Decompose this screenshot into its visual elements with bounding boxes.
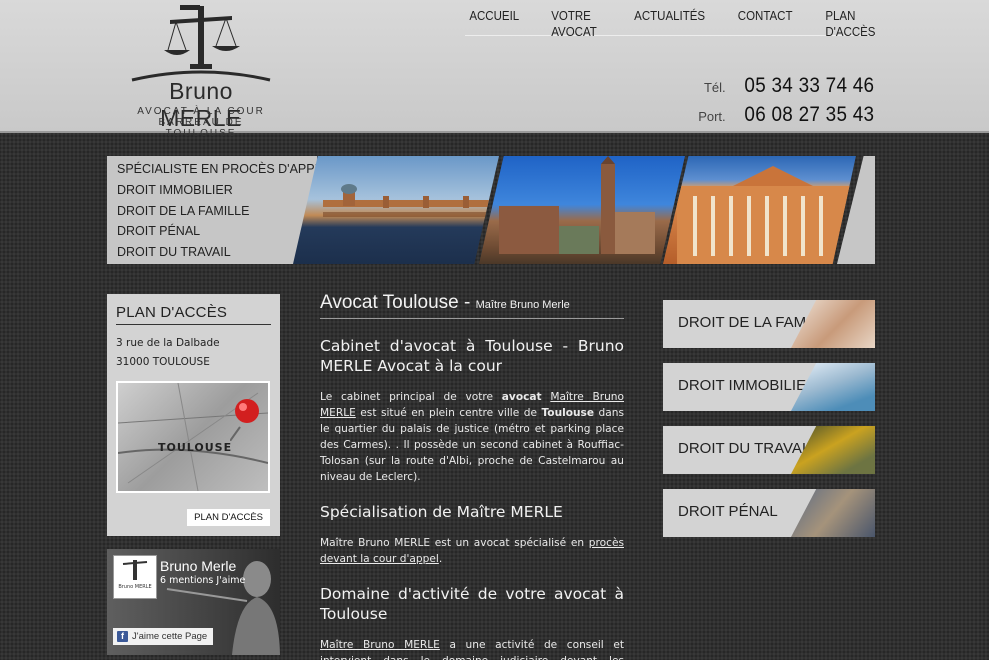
nav-contact[interactable]: CONTACT <box>738 8 793 35</box>
practice-menu-famille[interactable]: DROIT DE LA FAMILLE <box>117 201 317 222</box>
phone-mobile-label: Port. <box>698 109 726 124</box>
map-pin-icon <box>230 399 259 441</box>
phone-office-label: Tél. <box>703 80 726 95</box>
banner: SPÉCIALISTE EN PROCÈS D'APPEL DROIT IMMO… <box>107 156 875 264</box>
facebook-likes-count: 6 mentions J'aime <box>160 575 246 586</box>
paragraph-domaine: Maître Bruno MERLE a une activité de con… <box>320 639 624 660</box>
site-header: Bruno MERLE AVOCAT À LA COUR BARREAU DE … <box>0 0 989 139</box>
facebook-page-thumbnail[interactable]: Bruno MERLE <box>113 555 157 599</box>
access-panel: PLAN D'ACCÈS 3 rue de la Dalbade 31000 T… <box>107 294 280 536</box>
access-street: 3 rue de la Dalbade <box>116 337 220 349</box>
side-link-travail[interactable]: DROIT DU TRAVAIL <box>663 426 875 474</box>
logo-subtitle-2: BARREAU DE TOULOUSE <box>158 117 244 139</box>
nav-plan-acces[interactable]: PLAN D'ACCÈS <box>825 8 875 39</box>
side-link-immobilier[interactable]: DROIT IMMOBILIER <box>663 363 875 411</box>
site-logo[interactable]: Bruno MERLE AVOCAT À LA COUR BARREAU DE … <box>126 2 276 139</box>
access-title: PLAN D'ACCÈS <box>116 304 271 325</box>
section-heading-domaine: Domaine d'activité de votre avocat à Tou… <box>320 585 624 623</box>
side-link-penal[interactable]: DROIT PÉNAL <box>663 489 875 537</box>
practice-menu-penal[interactable]: DROIT PÉNAL <box>117 221 317 242</box>
nav-actualites[interactable]: ACTUALITÉS <box>634 8 705 35</box>
paragraph-specialisation: Maître Bruno MERLE est un avocat spécial… <box>320 537 624 565</box>
facebook-like-label: J'aime cette Page <box>132 631 208 642</box>
phone-mobile-number[interactable]: 06 08 27 35 43 <box>744 103 874 127</box>
main-content: Avocat Toulouse - Maître Bruno Merle Cab… <box>320 292 624 660</box>
phone-office: Tél. 05 34 33 74 46 <box>704 74 874 98</box>
facebook-thumb-text: Bruno MERLE <box>118 584 152 590</box>
access-map-button[interactable]: PLAN D'ACCÈS <box>187 509 270 526</box>
page-subtitle: Maître Bruno Merle <box>475 299 570 311</box>
facebook-page-name[interactable]: Bruno Merle <box>160 558 236 574</box>
practice-menu-travail[interactable]: DROIT DU TRAVAIL <box>117 242 317 263</box>
section-heading-cabinet: Cabinet d'avocat à Toulouse - Bruno MERL… <box>320 337 624 375</box>
side-link-penal-image <box>791 489 875 537</box>
practice-menu-immobilier[interactable]: DROIT IMMOBILIER <box>117 180 317 201</box>
access-city: 31000 TOULOUSE <box>116 356 210 368</box>
facebook-icon: f <box>117 631 128 642</box>
link-maitre-bruno-merle-2[interactable]: Maître Bruno MERLE <box>320 639 440 651</box>
side-link-penal-label: DROIT PÉNAL <box>678 503 778 520</box>
map-city-label: TOULOUSE <box>158 441 233 454</box>
scales-of-justice-logo <box>131 5 271 82</box>
side-link-immobilier-label: DROIT IMMOBILIER <box>678 377 817 394</box>
banner-photo-church <box>479 156 685 264</box>
banner-photo-bridge <box>293 156 499 264</box>
side-link-famille[interactable]: DROIT DE LA FAMILLE <box>663 300 875 348</box>
access-address: 3 rue de la Dalbade 31000 TOULOUSE <box>116 334 271 372</box>
phone-mobile: Port. 06 08 27 35 43 <box>698 103 874 127</box>
main-nav: ACCUEIL VOTRE AVOCAT ACTUALITÉS CONTACT … <box>465 8 875 39</box>
practice-menu-appel[interactable]: SPÉCIALISTE EN PROCÈS D'APPEL <box>117 159 330 180</box>
facebook-widget: Bruno MERLE Bruno Merle 6 mentions J'aim… <box>107 549 280 655</box>
page-title: Avocat Toulouse - Maître Bruno Merle <box>320 292 624 319</box>
practice-menu: SPÉCIALISTE EN PROCÈS D'APPEL DROIT IMMO… <box>107 156 330 264</box>
phone-office-number[interactable]: 05 34 33 74 46 <box>744 74 874 98</box>
nav-votre-avocat[interactable]: VOTRE AVOCAT <box>551 8 600 39</box>
facebook-like-button[interactable]: f J'aime cette Page <box>113 628 214 645</box>
access-map-image[interactable]: TOULOUSE <box>116 381 270 493</box>
paragraph-cabinet: Le cabinet principal de votre avocat Maî… <box>320 391 624 483</box>
section-heading-specialisation: Spécialisation de Maître MERLE <box>320 503 563 521</box>
logo-subtitle-1: AVOCAT À LA COUR <box>137 106 265 117</box>
side-link-travail-label: DROIT DU TRAVAIL <box>678 440 815 457</box>
nav-accueil[interactable]: ACCUEIL <box>469 8 519 35</box>
